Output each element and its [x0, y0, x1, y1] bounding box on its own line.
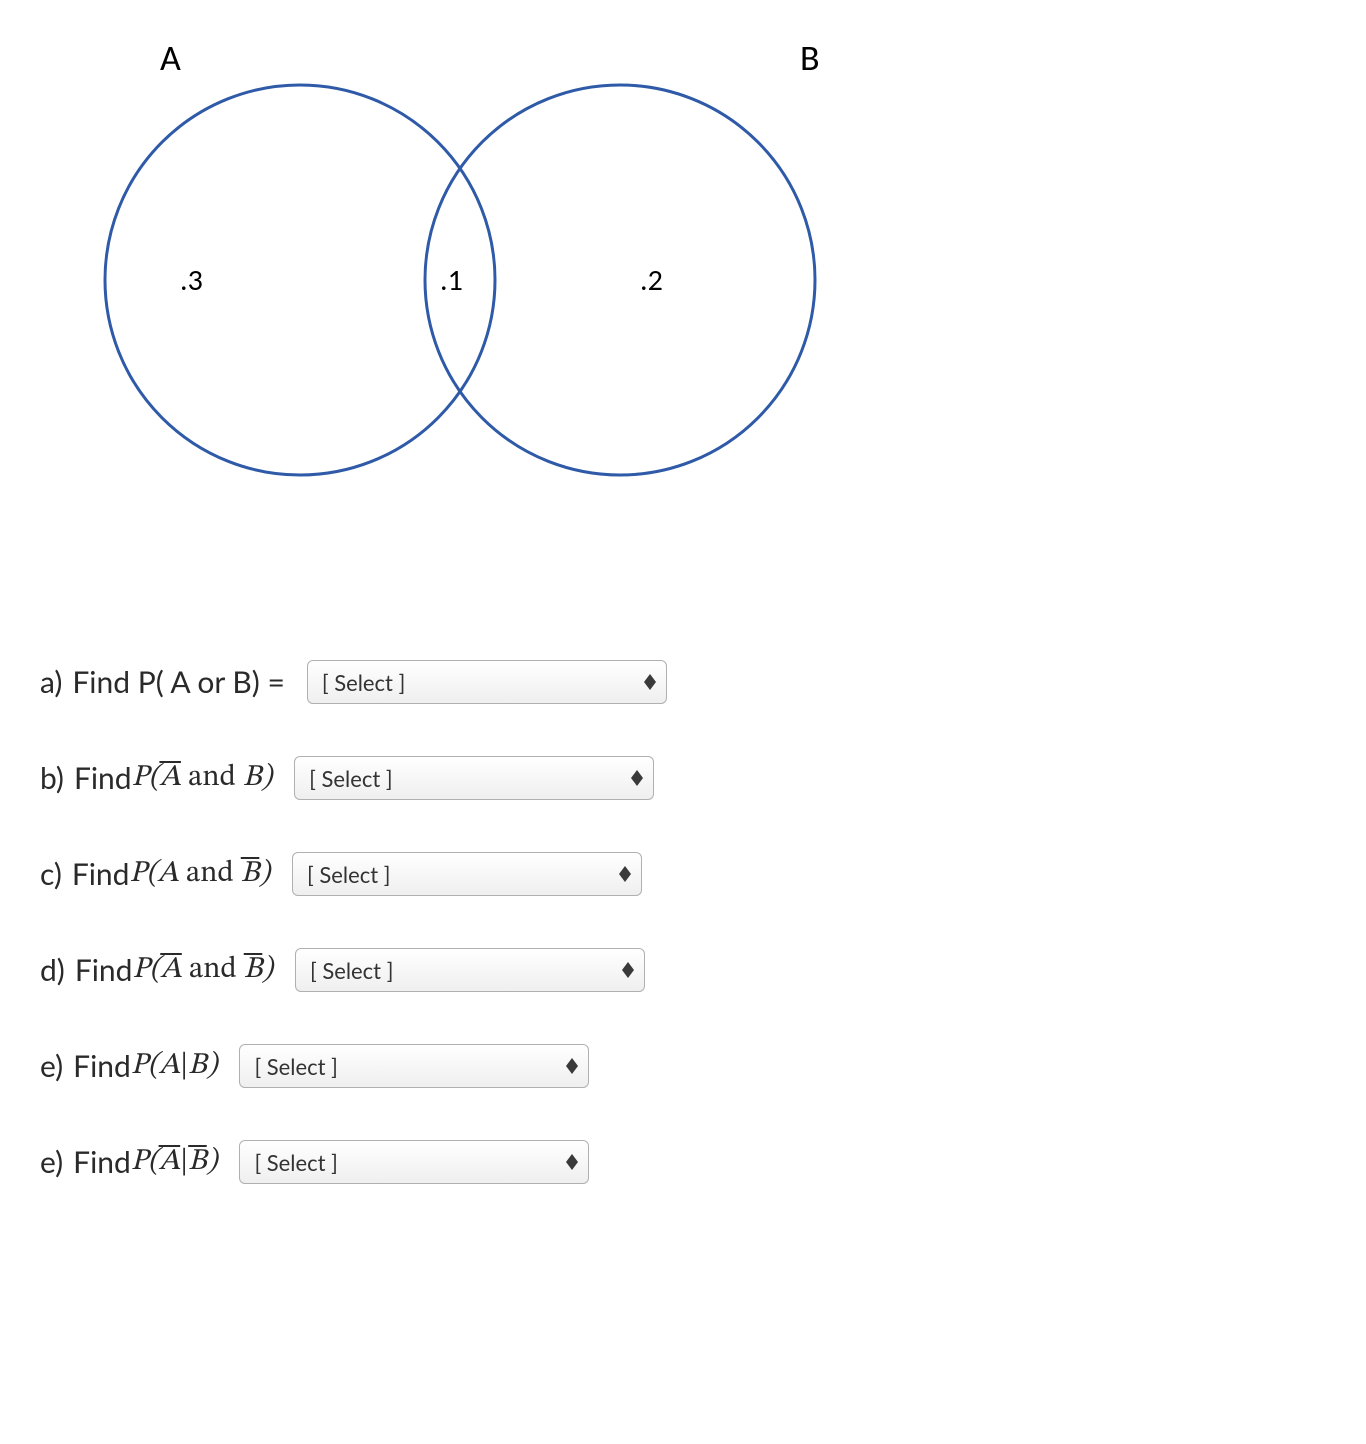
question-e-row: e) Find P(A|B) [ Select ]: [40, 1044, 940, 1088]
spinner-icon: [566, 1154, 578, 1170]
venn-label-b: B: [800, 36, 820, 80]
select-placeholder: [ Select ]: [307, 861, 609, 888]
question-c-expression: P(A and B): [129, 855, 270, 893]
spinner-icon: [631, 770, 643, 786]
spinner-icon: [644, 674, 656, 690]
question-f-select[interactable]: [ Select ]: [239, 1140, 589, 1184]
venn-circle-a: [105, 85, 495, 475]
select-placeholder: [ Select ]: [254, 1053, 556, 1080]
question-a-label: Find P( A or B) =: [72, 664, 284, 700]
question-list: a) Find P( A or B) = [ Select ] b) Find …: [40, 660, 940, 1236]
question-a-select[interactable]: [ Select ]: [307, 660, 667, 704]
question-a-row: a) Find P( A or B) = [ Select ]: [40, 660, 940, 704]
select-placeholder: [ Select ]: [322, 669, 634, 696]
question-b-expression: P(A and B): [132, 759, 273, 797]
question-c-bullet: c): [40, 856, 62, 892]
question-e-select[interactable]: [ Select ]: [239, 1044, 589, 1088]
select-placeholder: [ Select ]: [310, 957, 612, 984]
question-b-row: b) Find P(A and B) [ Select ]: [40, 756, 940, 800]
question-d-bullet: d): [40, 952, 65, 988]
question-c-select[interactable]: [ Select ]: [292, 852, 642, 896]
question-b-bullet: b): [40, 760, 64, 796]
question-f-findword: Find: [73, 1144, 131, 1180]
spinner-icon: [619, 866, 631, 882]
question-d-findword: Find: [75, 952, 133, 988]
venn-diagram: A B .3 .1 .2: [60, 20, 920, 540]
question-d-row: d) Find P(A and B) [ Select ]: [40, 948, 940, 992]
venn-value-left: .3: [180, 262, 203, 299]
select-placeholder: [ Select ]: [254, 1149, 556, 1176]
question-c-row: c) Find P(A and B) [ Select ]: [40, 852, 940, 896]
question-e-findword: Find: [73, 1048, 131, 1084]
question-e-bullet: e): [40, 1048, 63, 1084]
question-a-bullet: a): [40, 664, 62, 700]
question-c-findword: Find: [72, 856, 130, 892]
question-d-expression: P(A and B): [132, 951, 273, 989]
question-e-expression: P(A|B): [131, 1047, 218, 1085]
venn-svg: A B .3 .1 .2: [60, 20, 920, 540]
venn-circle-b: [425, 85, 815, 475]
venn-label-a: A: [160, 36, 181, 80]
question-f-bullet: e): [40, 1144, 63, 1180]
venn-value-middle: .1: [440, 262, 463, 299]
question-f-row: e) Find P(A|B) [ Select ]: [40, 1140, 940, 1184]
question-d-select[interactable]: [ Select ]: [295, 948, 645, 992]
select-placeholder: [ Select ]: [309, 765, 621, 792]
question-f-expression: P(A|B): [131, 1143, 218, 1181]
question-b-findword: Find: [74, 760, 132, 796]
question-b-select[interactable]: [ Select ]: [294, 756, 654, 800]
spinner-icon: [566, 1058, 578, 1074]
spinner-icon: [622, 962, 634, 978]
venn-value-right: .2: [640, 262, 663, 299]
